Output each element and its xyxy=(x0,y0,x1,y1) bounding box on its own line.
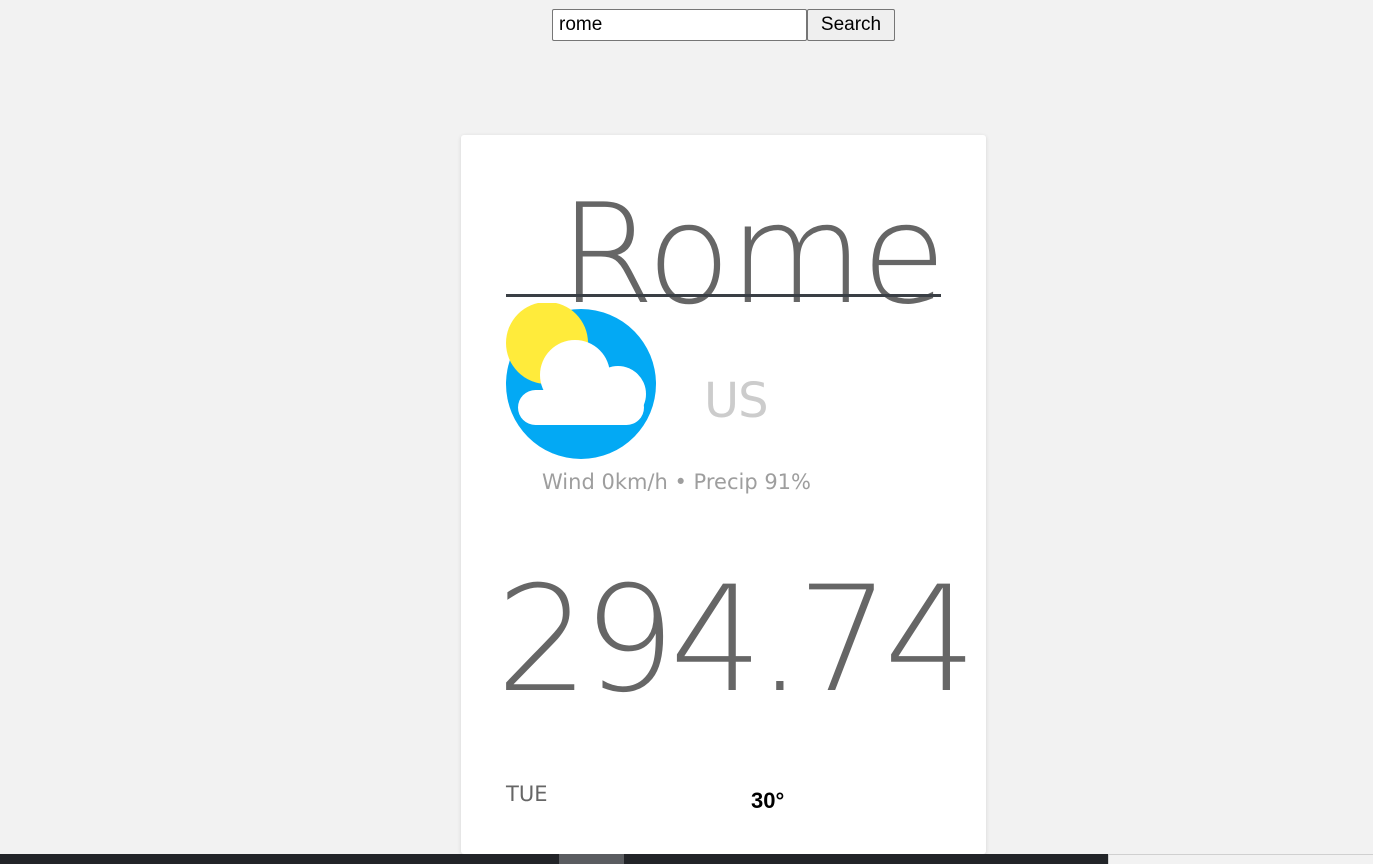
forecast-temp: 30° xyxy=(751,788,785,813)
taskbar xyxy=(0,854,1108,864)
weather-card: Rome US Wind 0km/h • Precip 91% 294.74 T… xyxy=(461,135,986,854)
partly-cloudy-icon xyxy=(506,303,656,459)
taskbar-tray xyxy=(1108,854,1373,864)
forecast-day: TUE xyxy=(506,782,548,806)
country-code: US xyxy=(704,373,769,429)
city-divider xyxy=(506,294,941,297)
weather-details: Wind 0km/h • Precip 91% xyxy=(542,470,812,494)
search-bar: Search xyxy=(552,9,895,41)
taskbar-active-item[interactable] xyxy=(559,854,624,864)
search-button[interactable]: Search xyxy=(807,9,895,41)
search-input[interactable] xyxy=(552,9,807,41)
temperature-value: 294.74 xyxy=(496,555,977,725)
